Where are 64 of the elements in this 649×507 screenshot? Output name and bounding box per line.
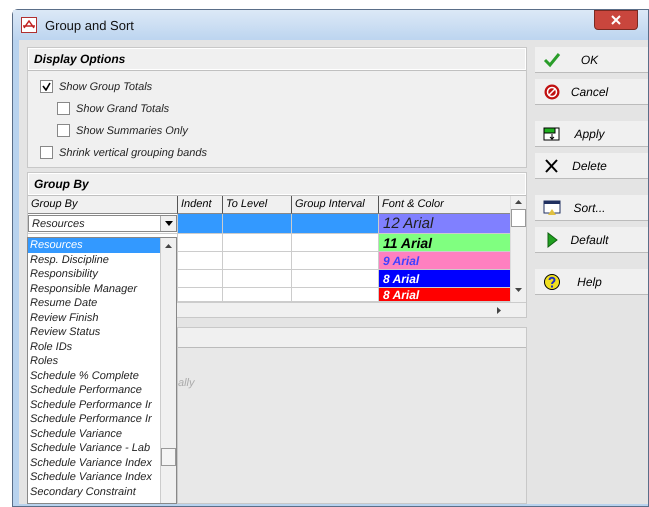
list-item[interactable]: Schedule Variance - Lab bbox=[28, 441, 160, 456]
checkbox[interactable] bbox=[40, 80, 53, 93]
dialog-button[interactable]: OK bbox=[535, 47, 648, 73]
dialog-button[interactable]: Default bbox=[535, 227, 648, 253]
scroll-right-icon bbox=[497, 306, 501, 314]
font-color-cell[interactable]: 8 Arial bbox=[379, 270, 510, 288]
checkbox[interactable] bbox=[57, 124, 70, 137]
font-color-cell[interactable]: 11 Arial bbox=[379, 234, 510, 252]
app-logo-icon bbox=[21, 17, 37, 33]
scrollbar-thumb[interactable] bbox=[511, 209, 526, 227]
window-title: Group and Sort bbox=[45, 18, 135, 32]
scrollbar-thumb[interactable] bbox=[161, 448, 176, 466]
checkmark-icon bbox=[543, 50, 561, 68]
checkbox-label: Shrink vertical grouping bands bbox=[59, 146, 207, 158]
list-item[interactable]: Review Finish bbox=[28, 310, 160, 325]
checkbox[interactable] bbox=[57, 102, 70, 115]
list-item[interactable]: Schedule Performance Ir bbox=[28, 398, 160, 412]
column-header: Group Interval bbox=[292, 196, 379, 214]
column-header: Font & Color bbox=[379, 196, 510, 214]
list-item[interactable]: Schedule Variance Index bbox=[28, 456, 160, 470]
font-color-cell[interactable]: 8 Arial bbox=[379, 288, 510, 302]
close-button[interactable] bbox=[594, 10, 638, 30]
list-item[interactable]: Roles bbox=[28, 354, 160, 368]
hint-text: ally bbox=[178, 377, 195, 389]
stop-sign-icon bbox=[543, 82, 561, 100]
group-by-dropdown[interactable]: Resources bbox=[28, 215, 177, 232]
scroll-up-icon bbox=[165, 244, 172, 248]
table-icon bbox=[543, 124, 561, 142]
section-header: Group By bbox=[28, 173, 526, 196]
dropdown-arrow-icon bbox=[164, 221, 172, 226]
dialog-button[interactable]: Apply bbox=[535, 121, 648, 147]
list-item[interactable]: Schedule Variance Index bbox=[28, 470, 160, 484]
list-item[interactable]: Responsibility bbox=[28, 267, 160, 282]
list-item[interactable]: Role IDs bbox=[28, 340, 160, 354]
close-icon bbox=[611, 15, 621, 25]
help-icon bbox=[543, 272, 561, 290]
section-header: Display Options bbox=[28, 48, 526, 71]
checkbox[interactable] bbox=[40, 146, 53, 159]
list-item[interactable]: Schedule Performance bbox=[28, 383, 160, 398]
list-item[interactable]: Resp. Discipline bbox=[28, 252, 160, 267]
checkbox-label: Show Summaries Only bbox=[76, 124, 188, 136]
scroll-up-icon bbox=[515, 200, 522, 204]
vertical-scrollbar[interactable] bbox=[510, 196, 526, 302]
column-header: Group By bbox=[28, 196, 178, 214]
column-header: To Level bbox=[223, 196, 292, 214]
list-item[interactable]: Schedule Performance Ir bbox=[28, 412, 160, 426]
dialog-button[interactable]: Sort... bbox=[535, 195, 648, 221]
list-item[interactable]: Secondary Constraint bbox=[28, 484, 160, 499]
column-header: Indent bbox=[178, 196, 223, 214]
checkbox-label: Show Grand Totals bbox=[76, 102, 170, 114]
list-item[interactable]: Schedule Variance bbox=[28, 426, 160, 441]
list-item[interactable]: Responsible Manager bbox=[28, 282, 160, 296]
list-item[interactable]: Schedule % Complete bbox=[28, 368, 160, 383]
dialog-button[interactable]: Cancel bbox=[535, 79, 648, 105]
checkbox-label: Show Group Totals bbox=[59, 80, 152, 92]
dialog-button[interactable]: Delete bbox=[535, 153, 648, 179]
sort-window-icon bbox=[543, 198, 561, 216]
scroll-down-icon bbox=[515, 288, 522, 292]
checkmark-icon bbox=[42, 82, 51, 91]
list-item[interactable]: Resume Date bbox=[28, 296, 160, 310]
dialog-button[interactable]: Help bbox=[535, 269, 648, 295]
list-item[interactable]: Review Status bbox=[28, 325, 160, 340]
font-color-cell[interactable]: 12 Arial bbox=[379, 214, 510, 234]
list-scrollbar[interactable] bbox=[160, 238, 176, 503]
